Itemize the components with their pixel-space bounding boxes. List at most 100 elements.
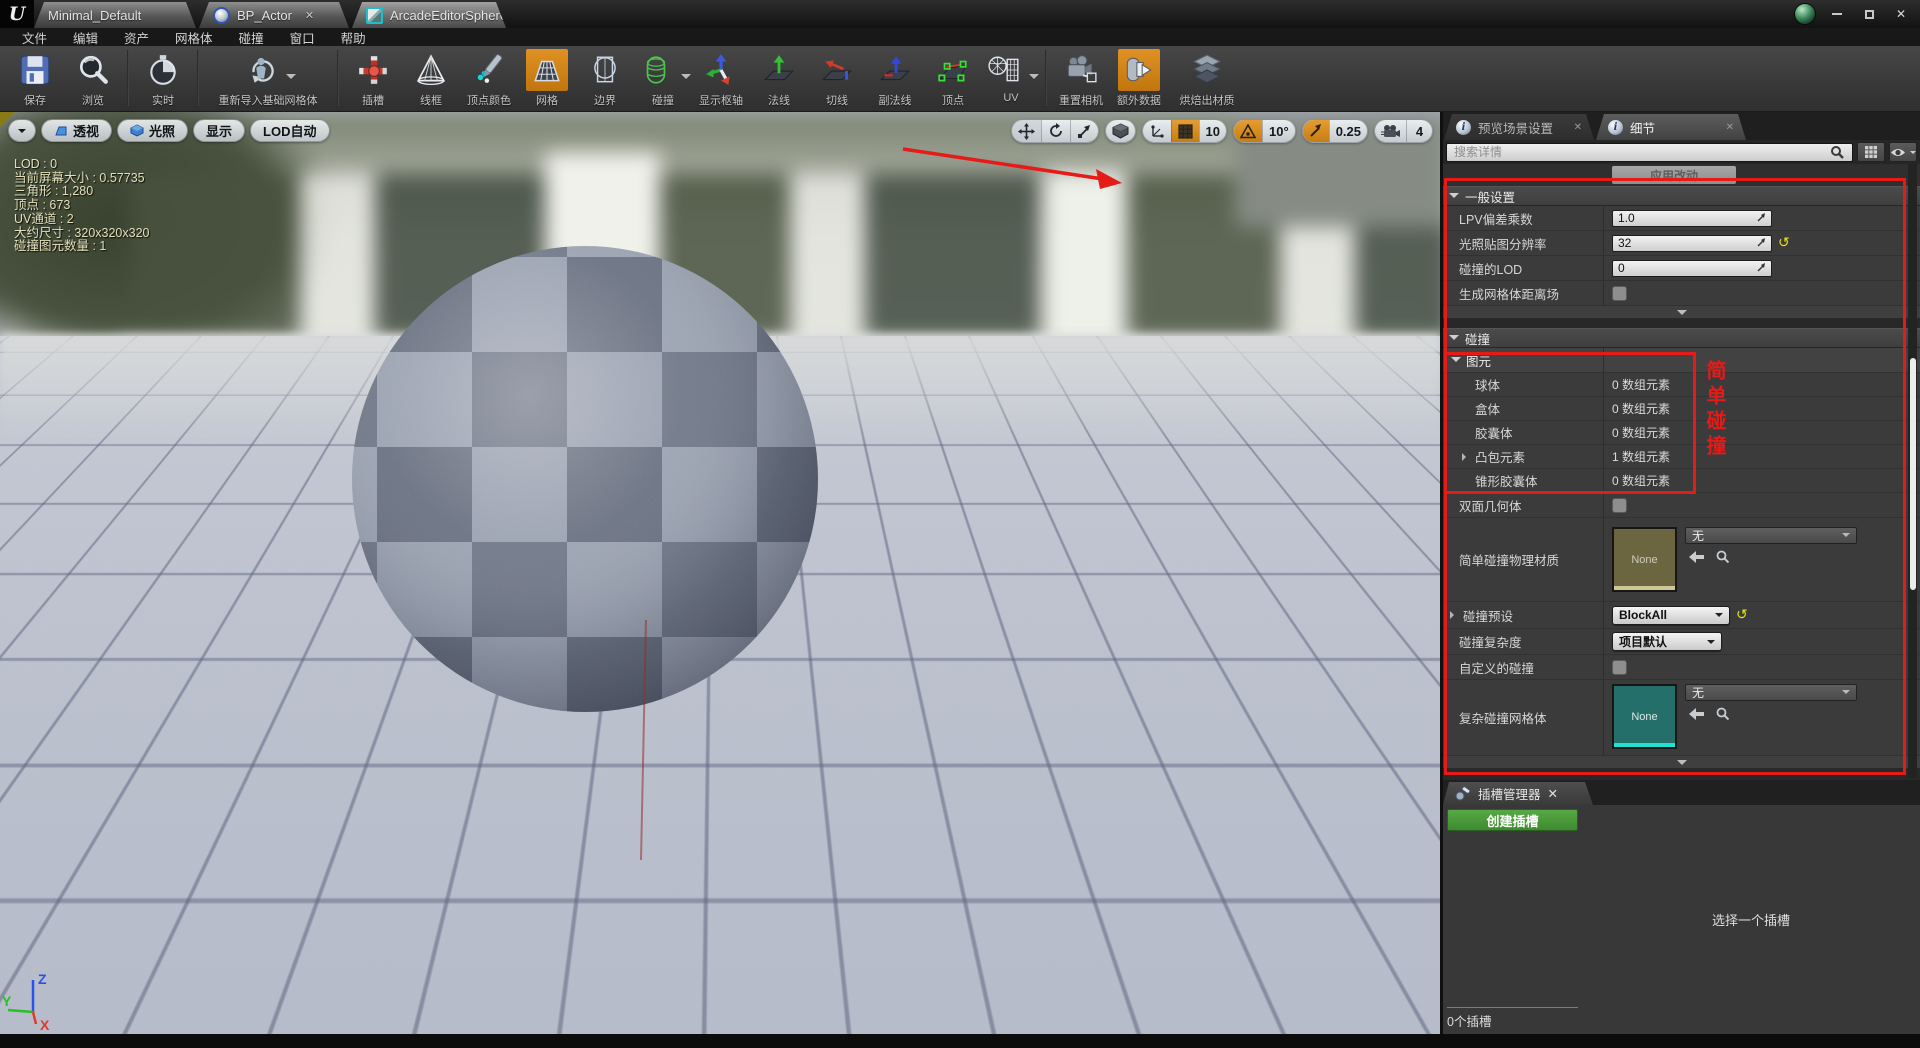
collision-complexity-dropdown[interactable]: 项目默认 bbox=[1612, 632, 1722, 651]
mesh-stats: LOD : 0 当前屏幕大小 : 0.57735 三角形 : 1,280 顶点 … bbox=[14, 158, 150, 254]
chevron-down-icon[interactable] bbox=[1029, 74, 1039, 84]
double-sided-checkbox[interactable] bbox=[1612, 498, 1627, 513]
restore-button[interactable] bbox=[1858, 5, 1880, 23]
chevron-down-icon[interactable] bbox=[681, 74, 691, 84]
close-tab-icon[interactable] bbox=[520, 9, 529, 22]
rotate-tool-button[interactable] bbox=[1041, 120, 1070, 142]
section-general-settings[interactable]: 一般设置 bbox=[1443, 186, 1920, 206]
section-expander[interactable] bbox=[1443, 306, 1920, 319]
grid-snap-value[interactable]: 10 bbox=[1199, 120, 1226, 142]
tab-socket-manager[interactable]: 插槽管理器 bbox=[1443, 782, 1593, 805]
uv-button[interactable]: UV bbox=[982, 48, 1040, 104]
apply-changes-button[interactable]: 应用改动 bbox=[1612, 166, 1736, 184]
primitives-header[interactable]: 图元 bbox=[1443, 348, 1920, 373]
details-search-row bbox=[1443, 140, 1920, 164]
show-pivot-button[interactable]: 显示枢轴 bbox=[692, 48, 750, 108]
tab-details[interactable]: i 细节 bbox=[1596, 114, 1746, 140]
expand-arrow-icon bbox=[1449, 335, 1459, 345]
reset-camera-icon bbox=[1064, 53, 1098, 87]
camera-speed-button[interactable] bbox=[1375, 120, 1406, 142]
display-filter-button[interactable] bbox=[1889, 142, 1917, 162]
tab-preview-scene-settings[interactable]: i 预览场景设置 bbox=[1444, 114, 1594, 140]
scale-tool-button[interactable] bbox=[1070, 120, 1098, 142]
binormals-button[interactable]: 副法线 bbox=[866, 48, 924, 108]
close-tab-icon[interactable] bbox=[1574, 122, 1582, 133]
details-scrollbar-thumb[interactable] bbox=[1910, 358, 1916, 590]
save-button[interactable]: 保存 bbox=[6, 48, 64, 108]
use-selected-icon[interactable] bbox=[1689, 551, 1704, 563]
spin-handle-icon bbox=[1756, 213, 1766, 223]
reimport-base-mesh-button[interactable]: 重新导入基础网格体 bbox=[204, 48, 332, 108]
toolbar-separator bbox=[127, 50, 129, 106]
use-selected-icon[interactable] bbox=[1689, 708, 1704, 720]
reset-camera-button[interactable]: 重置相机 bbox=[1052, 48, 1110, 108]
collision-preset-dropdown[interactable]: BlockAll bbox=[1612, 606, 1730, 625]
lightmap-resolution-input[interactable]: 32 bbox=[1612, 235, 1772, 252]
vertex-color-button[interactable]: 顶点颜色 bbox=[460, 48, 518, 108]
wireframe-button[interactable]: 线框 bbox=[402, 48, 460, 108]
scale-snap-value[interactable]: 0.25 bbox=[1329, 120, 1367, 142]
collision-lod-input[interactable]: 0 bbox=[1612, 260, 1772, 277]
simple-material-dropdown[interactable]: 无 bbox=[1685, 527, 1857, 544]
sockets-button[interactable]: 插槽 bbox=[344, 48, 402, 108]
browse-asset-icon[interactable] bbox=[1716, 707, 1729, 720]
stat-lod: LOD : 0 bbox=[14, 158, 150, 172]
move-tool-button[interactable] bbox=[1012, 120, 1041, 142]
primitive-row-convex[interactable]: 凸包元素 1 数组元素 bbox=[1443, 445, 1920, 469]
close-button[interactable] bbox=[1890, 5, 1912, 23]
angle-snap-value[interactable]: 10° bbox=[1262, 120, 1295, 142]
tab-arcade-editor-sphere[interactable]: ArcadeEditorSphere bbox=[352, 2, 506, 28]
create-socket-button[interactable]: 创建插槽 bbox=[1447, 809, 1578, 831]
browse-button[interactable]: 浏览 bbox=[64, 48, 122, 108]
minimize-button[interactable] bbox=[1826, 5, 1848, 23]
toolbar-separator bbox=[337, 50, 339, 106]
3d-viewport[interactable]: 透视 光照 显示 LOD自动 bbox=[0, 112, 1440, 1034]
camera-speed-value[interactable]: 4 bbox=[1406, 120, 1432, 142]
extra-data-button[interactable]: 额外数据 bbox=[1110, 48, 1168, 108]
tangents-button[interactable]: 切线 bbox=[808, 48, 866, 108]
main-toolbar: 保存 浏览 实时 重新导入基础网格体 插槽 线框 bbox=[0, 46, 1920, 112]
show-button[interactable]: 显示 bbox=[193, 119, 245, 142]
property-matrix-button[interactable] bbox=[1857, 142, 1885, 162]
section-expander[interactable] bbox=[1443, 756, 1920, 769]
socket-list: 创建插槽 0个插槽 bbox=[1443, 805, 1582, 1034]
section-collision[interactable]: 碰撞 bbox=[1443, 328, 1920, 348]
perspective-button[interactable]: 透视 bbox=[41, 119, 112, 142]
bounds-button[interactable]: 边界 bbox=[576, 48, 634, 108]
snap-axis-button[interactable] bbox=[1143, 120, 1171, 142]
close-tab-icon[interactable] bbox=[1548, 786, 1558, 801]
mesh-thumbnail[interactable]: None bbox=[1612, 684, 1677, 749]
reset-to-default-icon[interactable] bbox=[1778, 236, 1790, 250]
uv-icon bbox=[987, 53, 1021, 87]
surface-snap-button[interactable] bbox=[1106, 120, 1135, 142]
tab-bp-actor[interactable]: BP_Actor bbox=[199, 2, 349, 28]
collision-toggle-button[interactable]: 碰撞 bbox=[634, 48, 692, 108]
material-thumbnail[interactable]: None bbox=[1612, 527, 1677, 592]
lpv-bias-input[interactable]: 1.0 bbox=[1612, 210, 1772, 227]
grid-toggle-button[interactable]: 网格 bbox=[518, 48, 576, 108]
lod-auto-button[interactable]: LOD自动 bbox=[250, 119, 329, 142]
details-panel: i 预览场景设置 i 细节 应用改动 bbox=[1443, 112, 1920, 1034]
close-tab-icon[interactable] bbox=[1726, 122, 1734, 133]
close-tab-icon[interactable] bbox=[305, 9, 314, 22]
tab-minimal-default[interactable]: Minimal_Default bbox=[34, 2, 196, 28]
vertices-button[interactable]: 顶点 bbox=[924, 48, 982, 108]
custom-collision-checkbox[interactable] bbox=[1612, 660, 1627, 675]
scale-snap-toggle[interactable] bbox=[1303, 120, 1329, 142]
bake-materials-button[interactable]: 烘焙出材质 bbox=[1168, 48, 1246, 108]
distance-field-checkbox[interactable] bbox=[1612, 286, 1627, 301]
spin-handle-icon bbox=[1756, 238, 1766, 248]
grid-snap-toggle[interactable] bbox=[1171, 120, 1199, 142]
chevron-down-icon[interactable] bbox=[286, 74, 296, 84]
lit-mode-button[interactable]: 光照 bbox=[117, 119, 188, 142]
viewport-options-button[interactable] bbox=[8, 119, 36, 142]
checkered-sphere-mesh[interactable] bbox=[349, 243, 821, 715]
array-count: 0 数组元素 bbox=[1612, 424, 1670, 441]
reset-to-default-icon[interactable] bbox=[1736, 608, 1748, 622]
search-input[interactable] bbox=[1446, 143, 1853, 162]
normals-button[interactable]: 法线 bbox=[750, 48, 808, 108]
angle-snap-toggle[interactable] bbox=[1234, 120, 1262, 142]
complex-mesh-dropdown[interactable]: 无 bbox=[1685, 684, 1857, 701]
realtime-button[interactable]: 实时 bbox=[134, 48, 192, 108]
browse-asset-icon[interactable] bbox=[1716, 550, 1729, 563]
